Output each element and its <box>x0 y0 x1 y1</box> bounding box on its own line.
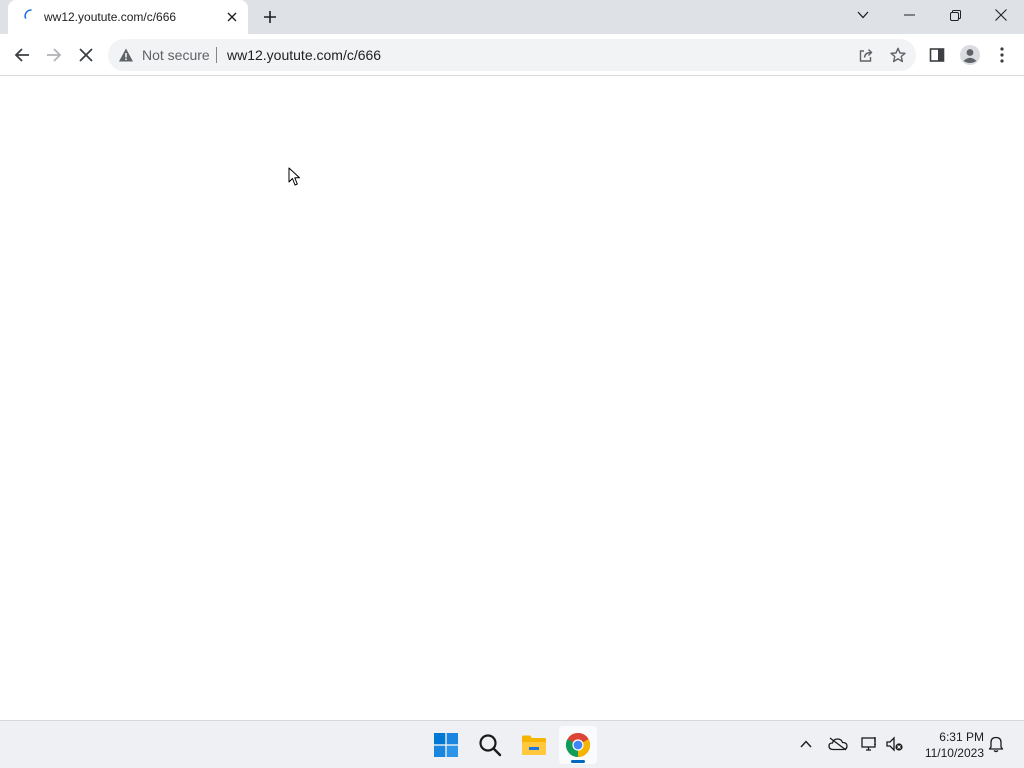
volume-muted-icon <box>886 736 903 752</box>
warning-icon[interactable] <box>118 47 134 63</box>
profile-icon <box>960 45 980 65</box>
share-icon <box>859 49 873 62</box>
url-text[interactable]: ww12.youtute.com/c/666 <box>227 47 381 63</box>
clock-time: 6:31 PM <box>939 730 984 744</box>
browser-title-bar: ww12.youtute.com/c/666 <box>0 0 1024 34</box>
windows-start-icon <box>434 733 458 757</box>
file-explorer-icon <box>522 735 546 755</box>
restore-button[interactable] <box>932 0 978 30</box>
address-bar[interactable]: Not secure ww12.youtute.com/c/666 <box>108 39 916 71</box>
minimize-button[interactable] <box>886 0 932 30</box>
mouse-cursor-icon <box>288 167 300 186</box>
onedrive-tray-button[interactable] <box>828 734 848 754</box>
search-icon <box>479 734 502 757</box>
plus-icon <box>264 11 276 23</box>
star-icon <box>890 47 906 63</box>
web-page-content[interactable] <box>0 77 1024 720</box>
restore-icon <box>949 9 961 21</box>
minimize-icon <box>903 14 915 16</box>
clock-date: 11/10/2023 <box>924 746 984 760</box>
stop-icon <box>79 48 93 62</box>
active-tab[interactable]: ww12.youtute.com/c/666 <box>8 0 248 34</box>
close-icon <box>995 9 1007 21</box>
onedrive-icon <box>828 737 848 751</box>
forward-button[interactable] <box>40 41 68 69</box>
bookmark-button[interactable] <box>888 45 908 65</box>
close-window-button[interactable] <box>978 0 1024 30</box>
loading-spinner-icon <box>24 9 32 19</box>
chrome-taskbar-button[interactable] <box>559 726 597 764</box>
forward-arrow-icon <box>47 48 62 62</box>
tab-search-button[interactable] <box>840 0 886 30</box>
network-tray-button[interactable] <box>860 734 880 754</box>
new-tab-button[interactable] <box>258 5 282 29</box>
tab-close-button[interactable] <box>224 9 240 25</box>
back-button[interactable] <box>8 41 36 69</box>
browser-menu-button[interactable] <box>990 43 1014 67</box>
side-panel-button[interactable] <box>925 43 949 67</box>
network-icon <box>861 737 876 751</box>
kebab-menu-icon <box>1000 47 1004 63</box>
side-panel-icon <box>929 48 945 62</box>
share-button[interactable] <box>856 45 876 65</box>
back-arrow-icon <box>14 48 29 62</box>
windows-taskbar: 6:31 PM 11/10/2023 <box>0 720 1024 768</box>
stop-loading-button[interactable] <box>72 41 100 69</box>
chrome-icon <box>565 732 591 757</box>
volume-tray-button[interactable] <box>885 734 905 754</box>
taskbar-search-button[interactable] <box>471 726 509 764</box>
start-button[interactable] <box>427 726 465 764</box>
tab-title: ww12.youtute.com/c/666 <box>44 10 177 24</box>
file-explorer-button[interactable] <box>515 726 553 764</box>
address-separator <box>216 47 217 63</box>
show-hidden-icons-button[interactable] <box>796 734 816 754</box>
profile-button[interactable] <box>958 43 982 67</box>
security-status-label[interactable]: Not secure <box>142 47 210 63</box>
chevron-up-icon <box>800 740 812 748</box>
active-app-indicator <box>571 760 585 763</box>
system-clock[interactable]: 6:31 PM 11/10/2023 <box>914 729 984 761</box>
notifications-button[interactable] <box>986 734 1006 754</box>
browser-toolbar: Not secure ww12.youtute.com/c/666 <box>0 34 1024 76</box>
chevron-down-icon <box>857 11 869 19</box>
close-icon <box>227 12 237 22</box>
bell-icon <box>988 736 1004 753</box>
